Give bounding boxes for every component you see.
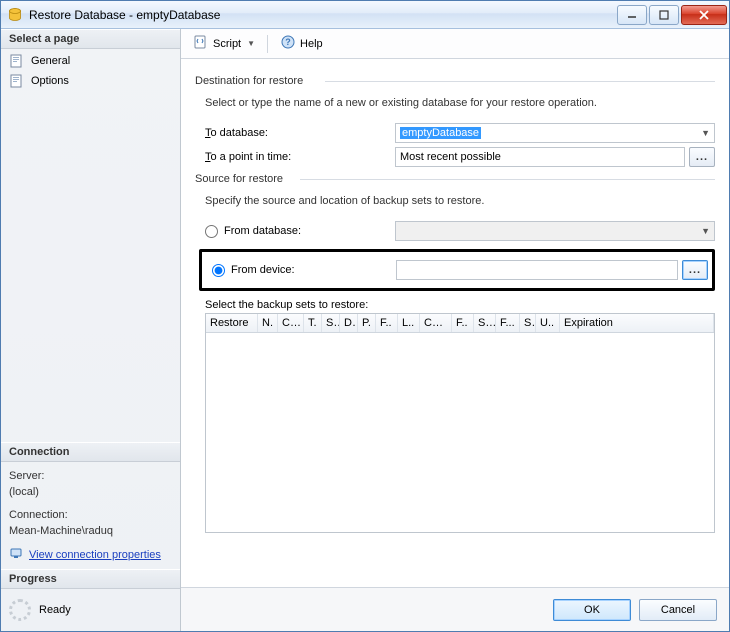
script-label: Script — [213, 38, 241, 50]
maximize-button[interactable] — [649, 5, 679, 25]
col-checkpoint-lsn[interactable]: Ch... — [420, 314, 452, 332]
col-user[interactable]: U.. — [536, 314, 560, 332]
page-icon — [9, 73, 25, 89]
view-connection-properties-link[interactable]: View connection properties — [9, 546, 172, 566]
svg-text:?: ? — [285, 37, 291, 47]
from-device-label: From device: — [231, 264, 295, 276]
source-group-header: Source for restore — [195, 173, 715, 185]
page-nav-label: General — [31, 55, 70, 67]
page-nav-options[interactable]: Options — [1, 71, 180, 91]
dialog-body: Select a page General Options Connection — [1, 29, 729, 631]
to-database-label: To database: — [205, 127, 395, 139]
to-point-in-time-label: To a point in time: — [205, 151, 395, 163]
dropdown-caret-icon: ▼ — [247, 39, 255, 48]
toolbar: Script ▼ ? Help — [181, 29, 729, 59]
page-icon — [9, 53, 25, 69]
table-body — [206, 333, 714, 532]
toolbar-separator — [267, 35, 268, 53]
col-position[interactable]: P. — [358, 314, 376, 332]
backup-sets-table[interactable]: Restore N. C... T. S. D. P. F.. L.. Ch..… — [205, 313, 715, 533]
ok-label: OK — [584, 604, 600, 616]
col-database[interactable]: D. — [340, 314, 358, 332]
col-first-lsn[interactable]: F.. — [376, 314, 398, 332]
connection-header: Connection — [1, 442, 180, 462]
help-label: Help — [300, 38, 323, 50]
connection-value: Mean-Machine\raduq — [9, 523, 172, 540]
from-device-row: From device: ... — [208, 256, 708, 284]
to-point-in-time-value: Most recent possible — [400, 151, 501, 163]
help-icon: ? — [280, 34, 296, 53]
connection-block: Server: (local) Connection: Mean-Machine… — [1, 462, 180, 570]
script-button[interactable]: Script ▼ — [189, 32, 259, 55]
close-button[interactable] — [681, 5, 727, 25]
dialog-footer: OK Cancel — [181, 587, 729, 631]
main-content: Destination for restore Select or type t… — [181, 59, 729, 587]
progress-header: Progress — [1, 569, 180, 589]
progress-spinner-icon — [9, 599, 31, 621]
right-pane: Script ▼ ? Help Destination for restore … — [181, 29, 729, 631]
progress-block: Ready — [1, 589, 180, 631]
source-help-text: Specify the source and location of backu… — [195, 195, 715, 217]
to-database-row: To database: emptyDatabase ▼ — [205, 123, 715, 143]
destination-help-text: Select or type the name of a new or exis… — [195, 97, 715, 119]
left-pane: Select a page General Options Connection — [1, 29, 181, 631]
col-type[interactable]: T. — [304, 314, 322, 332]
cancel-label: Cancel — [661, 604, 695, 616]
from-device-radio[interactable] — [212, 264, 225, 277]
ok-button[interactable]: OK — [553, 599, 631, 621]
from-device-field[interactable] — [396, 260, 678, 280]
script-icon — [193, 34, 209, 53]
from-database-radio[interactable] — [205, 225, 218, 238]
col-restore[interactable]: Restore — [206, 314, 258, 332]
col-full-lsn[interactable]: F.. — [452, 314, 474, 332]
titlebar[interactable]: Restore Database - emptyDatabase — [1, 1, 729, 29]
col-last-lsn[interactable]: L.. — [398, 314, 420, 332]
page-nav-list: General Options — [1, 49, 180, 93]
backup-sets-label: Select the backup sets to restore: — [205, 299, 715, 311]
to-point-in-time-field[interactable]: Most recent possible — [395, 147, 685, 167]
to-point-in-time-row: To a point in time: Most recent possible… — [205, 147, 715, 167]
col-server[interactable]: S. — [322, 314, 340, 332]
to-database-value: emptyDatabase — [400, 127, 481, 139]
connection-label: Connection: — [9, 507, 172, 524]
table-header: Restore N. C... T. S. D. P. F.. L.. Ch..… — [206, 314, 714, 333]
database-icon — [7, 7, 23, 23]
minimize-button[interactable] — [617, 5, 647, 25]
from-device-browse-button[interactable]: ... — [682, 260, 708, 280]
col-component[interactable]: C... — [278, 314, 304, 332]
destination-group-header: Destination for restore — [195, 75, 715, 87]
chevron-down-icon: ▼ — [701, 226, 710, 236]
view-connection-properties-text: View connection properties — [29, 547, 161, 564]
col-size[interactable]: S — [520, 314, 536, 332]
to-database-combo[interactable]: emptyDatabase ▼ — [395, 123, 715, 143]
col-start-date[interactable]: S.. — [474, 314, 496, 332]
select-page-header: Select a page — [1, 29, 180, 49]
server-label: Server: — [9, 468, 172, 485]
col-finish-date[interactable]: F... — [496, 314, 520, 332]
from-database-label: From database: — [224, 225, 301, 237]
from-device-highlight-box: From device: ... — [199, 249, 715, 291]
page-nav-general[interactable]: General — [1, 51, 180, 71]
from-database-row: From database: ▼ — [195, 217, 715, 245]
help-button[interactable]: ? Help — [276, 32, 327, 55]
progress-status: Ready — [39, 604, 71, 616]
server-link-icon — [9, 546, 23, 566]
from-database-combo: ▼ — [395, 221, 715, 241]
col-name[interactable]: N. — [258, 314, 278, 332]
point-in-time-browse-button[interactable]: ... — [689, 147, 715, 167]
server-value: (local) — [9, 484, 172, 501]
dialog-window: Restore Database - emptyDatabase Select … — [0, 0, 730, 632]
page-nav-label: Options — [31, 75, 69, 87]
window-controls — [617, 5, 727, 25]
col-expiration[interactable]: Expiration — [560, 314, 714, 332]
chevron-down-icon: ▼ — [701, 128, 710, 138]
cancel-button[interactable]: Cancel — [639, 599, 717, 621]
window-title: Restore Database - emptyDatabase — [29, 8, 617, 22]
